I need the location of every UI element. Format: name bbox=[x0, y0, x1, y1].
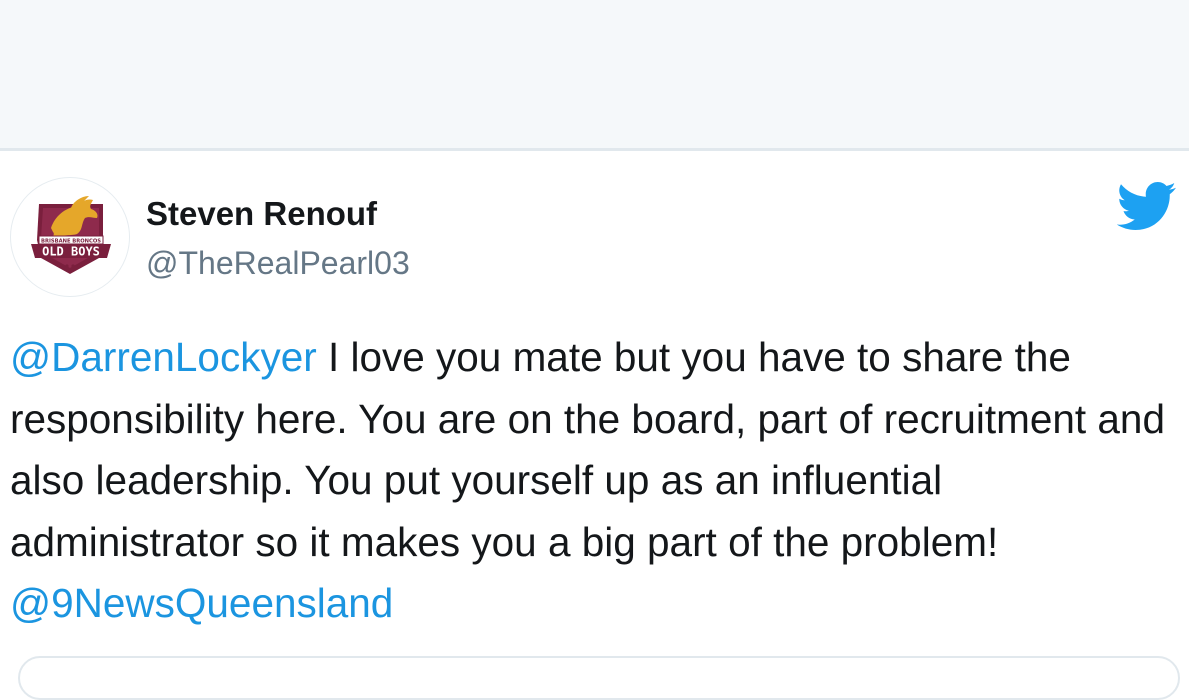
author-handle[interactable]: @TheRealPearl03 bbox=[146, 245, 410, 282]
tweet-card: BRISBANE BRONCOS OLD BOYS Steven Renouf … bbox=[0, 151, 1189, 669]
twitter-bird-icon[interactable] bbox=[1117, 182, 1177, 232]
reply-box-edge[interactable] bbox=[18, 656, 1180, 700]
brisbane-broncos-old-boys-logo: BRISBANE BRONCOS OLD BOYS bbox=[31, 196, 111, 274]
avatar[interactable]: BRISBANE BRONCOS OLD BOYS bbox=[10, 177, 130, 297]
mention-link-9newsqueensland[interactable]: @9NewsQueensland bbox=[10, 580, 393, 626]
mention-link-darrenlockyer[interactable]: @DarrenLockyer bbox=[10, 334, 317, 380]
author-display-name[interactable]: Steven Renouf bbox=[146, 195, 377, 233]
page-header-background bbox=[0, 0, 1189, 151]
logo-text-main: OLD BOYS bbox=[42, 245, 100, 259]
tweet-text: @DarrenLockyer I love you mate but you h… bbox=[10, 327, 1180, 635]
